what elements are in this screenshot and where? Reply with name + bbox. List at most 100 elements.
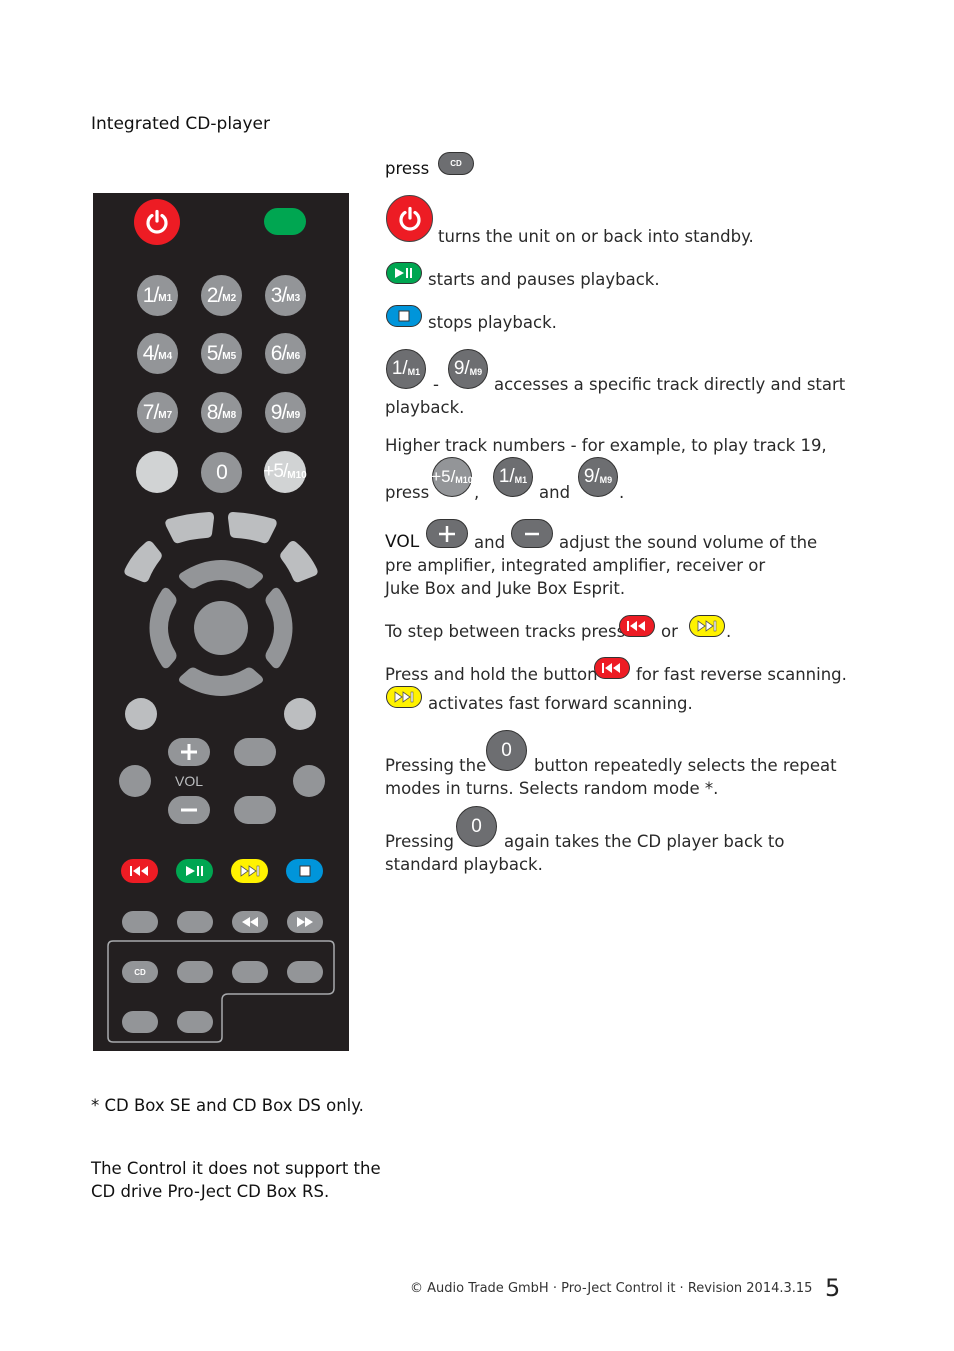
- hold-description-part1: Press and hold the button: [385, 665, 598, 684]
- play-pause-icon: [395, 268, 412, 278]
- vol-description-line1: adjust the sound volume of the: [559, 533, 818, 552]
- zero-button-icon: 0: [486, 730, 527, 771]
- play-pause-button-icon: [386, 262, 422, 284]
- ff-description: activates fast forward scanning.: [428, 694, 693, 713]
- remote-num-3: 3/M3: [265, 275, 306, 316]
- footer-copyright: © Audio Trade GmbH · Pro-Ject Control it…: [410, 1281, 813, 1296]
- remote-num-0: 0: [201, 452, 242, 493]
- fast-forward-icon: [297, 917, 313, 927]
- range-dash: -: [433, 375, 439, 394]
- higher-tracks-description: Higher track numbers - for example, to p…: [385, 436, 827, 455]
- previous-button-icon: [619, 615, 655, 637]
- remote-grey-pill-2: [177, 911, 213, 933]
- repeat-description-line2: modes in turns. Selects random mode *.: [385, 779, 719, 798]
- remote-vol-up-button: [168, 738, 210, 766]
- period: .: [619, 483, 625, 502]
- repeat-description-part1: Pressing the: [385, 756, 487, 775]
- remote-num-7: 7/M7: [137, 392, 178, 433]
- unsupported-note-line1: The Control it does not support the: [91, 1159, 381, 1178]
- stop-icon: [299, 865, 310, 877]
- skip-back-icon: [627, 621, 645, 631]
- step-description: To step between tracks press: [385, 622, 626, 641]
- remote-right-lower-round-button: [293, 765, 325, 797]
- vol-and: and: [474, 533, 506, 552]
- vol-up-button-icon: [426, 519, 468, 548]
- stop-description: stops playback.: [428, 313, 557, 332]
- page-number: 5: [825, 1274, 841, 1302]
- button-1-icon: 1/M1: [386, 349, 426, 389]
- comma: ,: [474, 483, 480, 502]
- next-button-icon-ff: [386, 686, 422, 708]
- nav-down-key: [179, 667, 263, 696]
- plus-icon: [181, 744, 197, 760]
- remote-upper-pill-button: [234, 738, 276, 766]
- skip-forward-icon: [394, 691, 414, 703]
- remote-num-1: 1/M1: [137, 275, 178, 316]
- button-9-icon: 9/M9: [448, 349, 488, 389]
- remote-grey-pill-1: [122, 911, 158, 933]
- remote-num-2: 2/M2: [201, 275, 242, 316]
- remote-stop-button: [286, 859, 323, 883]
- higher-press-label: press: [385, 483, 430, 502]
- remote-num-4: 4/M4: [137, 333, 178, 374]
- skip-back-icon: [602, 663, 620, 673]
- button-1-icon-example: 1/M1: [493, 457, 533, 497]
- vol-label: VOL: [175, 773, 204, 789]
- remote-fast-forward-button: [287, 911, 323, 933]
- nav-up-key: [179, 560, 263, 589]
- and-label: and: [539, 483, 571, 502]
- track-description-line1: accesses a specific track directly and s…: [494, 375, 846, 394]
- minus-icon: [525, 532, 539, 535]
- remote-left-round-button: [125, 698, 157, 730]
- step-period: .: [726, 622, 732, 641]
- remote-previous-button: [121, 859, 158, 883]
- remote-cd-button: CD: [122, 961, 158, 983]
- press-cd-prefix: press: [385, 159, 430, 178]
- hold-description-part2: for fast reverse scanning.: [636, 665, 847, 684]
- vol-down-button-icon: [511, 519, 553, 548]
- again-description-line2: standard playback.: [385, 855, 543, 874]
- remote-right-round-button: [284, 698, 316, 730]
- button-plus5-icon: +5/M10: [431, 457, 473, 497]
- remote-num-6: 6/M6: [265, 333, 306, 374]
- nav-right-key: [280, 541, 318, 583]
- remote-source-button-5: [122, 1011, 158, 1033]
- navigation-pad: [124, 512, 318, 696]
- section-heading: Integrated CD-player: [91, 114, 270, 134]
- skip-forward-icon: [240, 865, 259, 877]
- nav-left-key: [124, 541, 162, 583]
- remote-rewind-button: [232, 911, 268, 933]
- remote-control-illustration: 1/M1 2/M2 3/M3 4/M4 5/M5 6/M6 7/M7 8/M8 …: [93, 193, 349, 1051]
- remote-next-button: [231, 859, 268, 883]
- vol-prefix: VOL: [385, 532, 420, 552]
- power-button-icon: [386, 195, 433, 242]
- remote-power-button: [134, 199, 180, 245]
- remote-num-9: 9/M9: [265, 392, 306, 433]
- again-description-part1: Pressing: [385, 832, 454, 851]
- remote-num-5: 5/M5: [201, 333, 242, 374]
- remote-green-button: [264, 208, 306, 235]
- remote-source-button-2: [177, 961, 213, 983]
- remote-vol-down-button: [168, 796, 210, 824]
- step-or: or: [661, 622, 678, 641]
- remote-num-8: 8/M8: [201, 392, 242, 433]
- remote-source-button-6: [177, 1011, 213, 1033]
- vol-description-line3: Juke Box and Juke Box Esprit.: [385, 579, 626, 598]
- again-description-part2: again takes the CD player back to: [504, 832, 785, 851]
- rewind-icon: [242, 917, 258, 927]
- remote-blank-button: [136, 451, 178, 493]
- repeat-description-part2: button repeatedly selects the repeat: [534, 756, 837, 775]
- zero-button-icon-again: 0: [456, 806, 497, 847]
- skip-forward-icon: [697, 620, 717, 632]
- play-pause-icon: [185, 866, 203, 876]
- footnote: * CD Box SE and CD Box DS only.: [91, 1096, 364, 1115]
- remote-source-button-4: [287, 961, 323, 983]
- cd-button-icon: CD: [438, 152, 474, 175]
- remote-play-pause-button: [176, 859, 213, 883]
- button-9-icon-example: 9/M9: [578, 457, 618, 497]
- remote-source-button-3: [232, 961, 268, 983]
- power-description: turns the unit on or back into standby.: [438, 227, 754, 246]
- power-icon: [398, 206, 421, 231]
- nav-left-arrow-key: [149, 587, 177, 669]
- skip-back-icon: [129, 866, 148, 876]
